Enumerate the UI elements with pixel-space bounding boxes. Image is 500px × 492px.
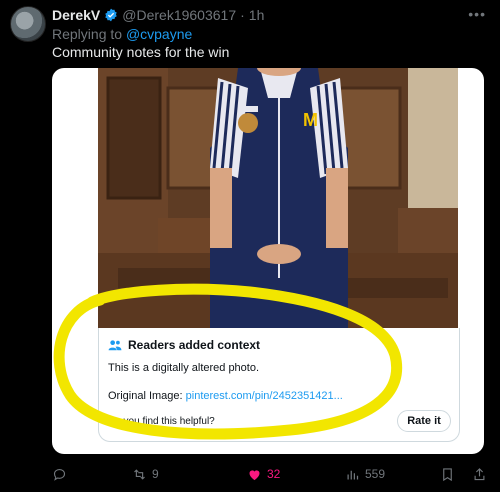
tweet-actions: 9 32 559 [52, 464, 490, 484]
note-header-label: Readers added context [128, 338, 261, 352]
rate-it-button[interactable]: Rate it [397, 410, 451, 432]
photo-illustration: M [98, 68, 458, 328]
reply-icon [53, 468, 66, 481]
bookmark-icon [443, 467, 452, 481]
note-body: This is a digitally altered photo. [108, 362, 260, 374]
replying-to: Replying to @cvpayne [52, 26, 192, 42]
verified-badge-icon [104, 8, 118, 22]
note-helpful-question: Do you find this helpful? [108, 416, 215, 427]
note-original-label: Original Image: [108, 390, 186, 402]
note-header: Readers added context [108, 338, 260, 352]
share-icon [474, 467, 485, 480]
views-icon [347, 470, 359, 479]
tweet-photo[interactable]: M [98, 68, 458, 328]
author-name[interactable]: DerekV [52, 7, 100, 23]
note-original-image: Original Image: pinterest.com/pin/245235… [108, 390, 343, 402]
tweet-header: DerekV @Derek19603617 · 1h ••• [52, 6, 490, 24]
community-note: Readers added context This is a digitall… [98, 328, 460, 442]
timestamp[interactable]: 1h [249, 7, 265, 23]
replying-prefix: Replying to [52, 26, 126, 42]
retweet-count: 9 [152, 467, 159, 481]
tweet-text: Community notes for the win [52, 44, 230, 60]
reply-mention-link[interactable]: @cvpayne [126, 26, 192, 42]
like-count: 32 [267, 467, 281, 481]
media-card[interactable]: M Readers added context This is a digita… [52, 68, 484, 454]
retweet-action[interactable]: 9 [132, 467, 159, 482]
note-original-link[interactable]: pinterest.com/pin/2452351421... [186, 390, 343, 402]
author-handle[interactable]: @Derek19603617 [122, 7, 236, 23]
people-icon [108, 340, 122, 351]
svg-text:M: M [303, 110, 318, 130]
bookmark-action[interactable] [440, 467, 455, 482]
heart-icon [249, 469, 260, 480]
share-action[interactable] [472, 467, 487, 482]
separator: · [240, 7, 245, 23]
like-action[interactable]: 32 [247, 467, 280, 482]
more-options-icon[interactable]: ••• [468, 6, 486, 22]
reply-action[interactable] [52, 467, 67, 482]
views-action[interactable]: 559 [345, 467, 385, 482]
retweet-icon [134, 468, 145, 480]
avatar[interactable] [10, 6, 46, 42]
views-count: 559 [365, 467, 386, 481]
